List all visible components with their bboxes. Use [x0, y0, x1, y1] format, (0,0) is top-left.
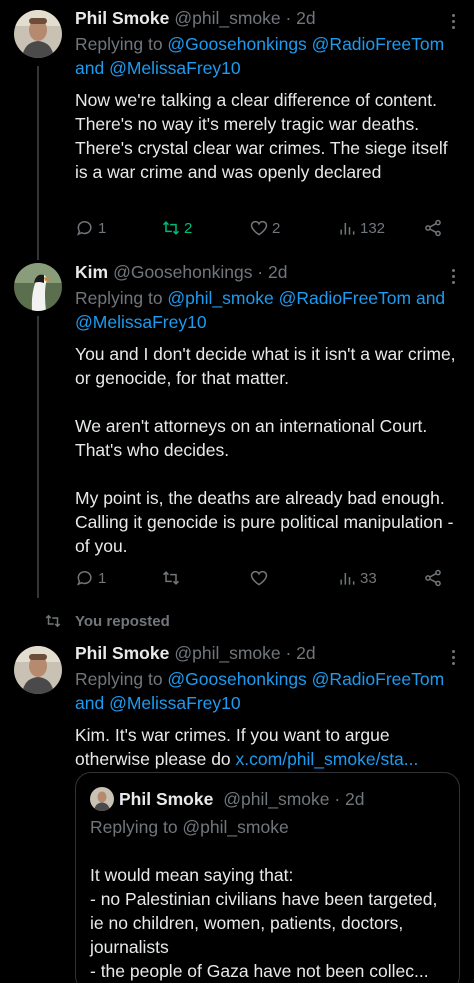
heart-icon — [250, 570, 268, 586]
like-count: 2 — [272, 219, 281, 237]
views-button[interactable]: 132 — [337, 216, 385, 240]
author-handle-time: @phil_smoke · 2d — [174, 643, 316, 663]
repost-icon — [45, 614, 61, 628]
share-icon — [425, 569, 441, 587]
heart-icon — [250, 220, 268, 236]
reply-button[interactable]: 1 — [75, 566, 106, 590]
author-name[interactable]: Phil Smoke — [75, 6, 169, 30]
quote-avatar — [90, 787, 114, 811]
views-icon — [340, 573, 355, 585]
avatar-kim[interactable] — [14, 263, 62, 311]
replying-to: Replying to @phil_smoke @RadioFreeTom an… — [75, 288, 446, 332]
tweet-phil-smoke-1[interactable]: Phil Smoke @phil_smoke · 2d Replying to … — [0, 0, 474, 255]
repost-label: You reposted — [44, 612, 170, 630]
avatar-phil-smoke[interactable] — [14, 646, 62, 694]
repost-button[interactable] — [161, 566, 181, 590]
replying-to-links[interactable]: @Goosehonkings @RadioFreeTom — [167, 34, 444, 54]
views-icon — [340, 223, 355, 235]
share-icon — [425, 219, 441, 237]
repost-count: 2 — [184, 219, 193, 237]
quoted-tweet[interactable]: Phil Smoke @phil_smoke · 2d Replying to … — [75, 772, 460, 983]
reply-count: 1 — [98, 569, 107, 587]
reply-count: 1 — [98, 219, 107, 237]
repost-label-text: You reposted — [75, 612, 170, 630]
quote-handle-time: @phil_smoke · 2d — [223, 789, 365, 809]
views-count: 33 — [360, 569, 377, 587]
author-handle-time: @Goosehonkings · 2d — [113, 262, 288, 282]
views-count: 132 — [360, 219, 386, 237]
replying-to-links[interactable]: @Goosehonkings @RadioFreeTom — [167, 669, 444, 689]
repost-button[interactable]: 2 — [161, 216, 192, 240]
quote-replying-to: Replying to @phil_smoke — [90, 817, 289, 837]
tweet-text: Kim. It's war crimes. If you want to arg… — [75, 725, 419, 769]
views-button[interactable]: 33 — [337, 566, 377, 590]
reply-button[interactable]: 1 — [75, 216, 106, 240]
quote-author-name: Phil Smoke — [119, 789, 214, 809]
replying-to-link-melissa[interactable]: @MelissaFrey10 — [109, 693, 241, 713]
like-button[interactable] — [249, 566, 269, 590]
quote-replying-link: @phil_smoke — [182, 817, 289, 837]
replying-to: Replying to @Goosehonkings @RadioFreeTom… — [75, 34, 445, 78]
reply-icon — [77, 571, 92, 586]
replying-to: Replying to @Goosehonkings @RadioFreeTom… — [75, 669, 445, 713]
share-button[interactable] — [423, 216, 443, 240]
tweet-text: Now we're talking a clear difference of … — [75, 90, 453, 182]
tweet-kim[interactable]: Kim @Goosehonkings · 2d Replying to @phi… — [0, 255, 474, 605]
tweet-link[interactable]: x.com/phil_smoke/sta... — [236, 749, 419, 769]
author-handle-time: @phil_smoke · 2d — [174, 8, 316, 28]
reply-icon — [77, 221, 92, 236]
replying-to-links[interactable]: @phil_smoke @RadioFreeTom — [167, 288, 411, 308]
avatar-phil-smoke[interactable] — [14, 10, 62, 58]
author-name[interactable]: Phil Smoke — [75, 641, 169, 665]
author-name[interactable]: Kim — [75, 260, 108, 284]
repost-icon — [162, 571, 180, 585]
like-button[interactable]: 2 — [249, 216, 280, 240]
replying-to-link-melissa[interactable]: @MelissaFrey10 — [109, 58, 241, 78]
replying-to-link-melissa[interactable]: @MelissaFrey10 — [75, 312, 207, 332]
repost-icon — [162, 221, 180, 235]
quote-text: It would mean saying that: - no Palestin… — [90, 865, 438, 981]
tweet-text: You and I don't decide what is it isn't … — [75, 344, 456, 556]
share-button[interactable] — [423, 566, 443, 590]
